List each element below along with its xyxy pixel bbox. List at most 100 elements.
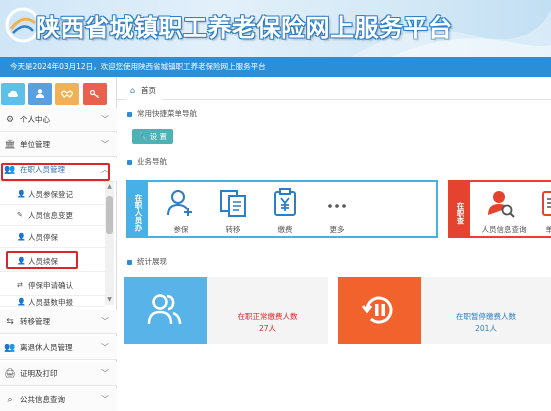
submenu-label: 人员停保 <box>28 233 58 242</box>
key-button[interactable] <box>83 83 107 105</box>
chevron-down-icon: ﹀ <box>101 140 109 149</box>
user-add-icon: 👤 <box>17 190 26 198</box>
handshake-icon <box>60 90 74 98</box>
scroll-up-arrow-icon[interactable]: ▲ <box>106 183 113 191</box>
stat-label: 在职暂停缴费人数 <box>456 312 516 321</box>
stat-label: 在职正常缴费人数 <box>237 312 298 321</box>
stat-icon-box <box>338 277 421 344</box>
transfer-icon <box>220 190 246 217</box>
nav-payment[interactable]: 缴费 <box>262 182 308 236</box>
stat-value: 201人 <box>475 324 497 333</box>
nav-item-label: 参保 <box>173 225 189 234</box>
scroll-down-arrow-icon[interactable]: ▼ <box>106 296 113 304</box>
menu-transfer-management[interactable]: ⇆ 转移管理 ﹀ <box>0 310 117 334</box>
menu-label: 单位管理 <box>20 140 50 149</box>
nav-more[interactable]: 更多 <box>314 182 360 236</box>
submenu-item-info-change[interactable]: ✎ 人员信息变更 <box>0 205 105 226</box>
menu-label: 转移管理 <box>20 317 50 326</box>
cloud-button[interactable] <box>1 83 25 105</box>
selected-submenu-highlight <box>6 251 78 269</box>
nav-item-label: 更多 <box>329 225 345 234</box>
nav-item-label: 转移 <box>225 225 241 234</box>
chevron-down-icon: ﹀ <box>101 395 109 404</box>
nav-enroll[interactable]: 参保 <box>158 182 204 236</box>
app-root: 陕西省城镇职工养老保险网上服务平台 今天是2024年03月12日，欢迎您使用陕西… <box>0 0 551 411</box>
tab-home[interactable]: ⌂ 首页 <box>127 82 162 100</box>
search-icon: ⌕ <box>7 395 13 405</box>
welcome-bar: 今天是2024年03月12日，欢迎您使用陕西省城镇职工养老保险网上服务平台 <box>0 57 551 77</box>
scroll-thumb[interactable] <box>106 196 113 234</box>
chevron-down-icon: ﹀ <box>101 343 109 352</box>
stat-icon-box <box>124 277 207 344</box>
nav-transfer[interactable]: 转移 <box>210 182 256 236</box>
submenu-label: 人员基数申报 <box>28 298 73 307</box>
nav-unit-query[interactable]: 单位 <box>536 182 551 236</box>
section-statistics: 统计展现 <box>127 255 167 269</box>
retiree-icon: 👥 <box>4 343 16 353</box>
print-icon: 🖨 <box>4 369 16 379</box>
submenu-item-suspend[interactable]: 👤 人员停保 <box>0 227 105 248</box>
wrench-icon: 🔧 <box>137 132 148 141</box>
submenu-label: 人员信息变更 <box>28 211 73 220</box>
sidebar-toolbar <box>0 83 117 105</box>
nav-person-query[interactable]: 人员信息查询 <box>478 182 530 236</box>
stat-card-active-paying[interactable]: 在职正常缴费人数 27人 <box>124 277 328 344</box>
stat-value: 27人 <box>258 324 277 333</box>
transfer-icon: ⇆ <box>6 317 14 327</box>
submenu-item-base-declare[interactable]: 👤 人员基数申报 <box>0 296 105 307</box>
nav-item-label: 缴费 <box>277 225 293 234</box>
query-nav-panel: 在职查 人员信息查询 单位 <box>448 180 551 238</box>
chevron-down-icon: ﹀ <box>101 317 109 326</box>
employee-submenu: 👤 人员参保登记 ✎ 人员信息变更 👤 人员停保 👤 人员续保 ⇄ 停保申请确认… <box>0 182 105 307</box>
user-search-icon <box>488 191 515 218</box>
menu-label: 个人中心 <box>20 115 50 124</box>
tab-bar: ⌂ 首页 <box>117 80 551 100</box>
users-icon <box>147 294 182 325</box>
document-icon <box>542 191 551 216</box>
confirm-icon: ⇄ <box>17 281 23 289</box>
user-pause-icon: 👤 <box>17 233 26 241</box>
nav-item-label: 人员信息查询 <box>481 225 527 234</box>
header-banner: 陕西省城镇职工养老保险网上服务平台 <box>0 0 551 57</box>
edit-icon: ✎ <box>17 211 23 219</box>
stat-card-suspended[interactable]: 在职暂停缴费人数 201人 <box>338 277 551 344</box>
menu-unit-management[interactable]: 🏛 单位管理 ﹀ <box>0 133 117 157</box>
chevron-down-icon: ﹀ <box>101 115 109 124</box>
more-icon <box>328 204 346 208</box>
settings-label: 设 置 <box>149 132 168 141</box>
bank-icon: 🏛 <box>4 140 16 150</box>
user-declare-icon: 👤 <box>17 298 26 306</box>
user-icon <box>36 89 44 98</box>
menu-public-query[interactable]: ⌕ 公共信息查询 ﹀ <box>0 388 117 411</box>
menu-label: 证明及打印 <box>20 369 58 378</box>
banner-decoration <box>351 10 551 57</box>
business-nav-panel: 在职人员办 参保 转移 缴费 更多 <box>126 180 438 238</box>
cloud-icon <box>8 90 18 97</box>
menu-label: 离退休人员管理 <box>20 343 73 352</box>
sidebar: ⚙ 个人中心 ﹀ 🏛 单位管理 ﹀ 👥 在职人员管理 ︿ 👤 人员参保登记 ✎ … <box>0 77 117 411</box>
submenu-label: 停保申请确认 <box>28 281 73 290</box>
settings-button[interactable]: 🔧 设 置 <box>132 129 173 144</box>
chevron-down-icon: ﹀ <box>101 369 109 378</box>
menu-label: 公共信息查询 <box>20 395 65 404</box>
key-icon <box>89 89 100 99</box>
submenu-item-enroll[interactable]: 👤 人员参保登记 <box>0 184 105 205</box>
active-menu-highlight <box>1 163 110 181</box>
user-button[interactable] <box>28 83 52 105</box>
query-panel-label: 在职查 <box>450 182 470 236</box>
submenu-item-suspend-confirm[interactable]: ⇄ 停保申请确认 <box>0 275 105 296</box>
home-icon: ⌂ <box>130 86 136 95</box>
menu-personal-center[interactable]: ⚙ 个人中心 ﹀ <box>0 108 117 132</box>
section-quick-menu: 常用快捷菜单导航 <box>127 107 197 121</box>
menu-certificate-print[interactable]: 🖨 证明及打印 ﹀ <box>0 362 117 386</box>
menu-retiree-management[interactable]: 👥 离退休人员管理 ﹀ <box>0 336 117 360</box>
submenu-label: 人员参保登记 <box>28 190 73 199</box>
nav-item-label: 单位 <box>545 225 551 234</box>
section-business-nav: 业务导航 <box>127 155 167 169</box>
gear-icon: ⚙ <box>5 115 15 125</box>
pause-icon <box>361 296 393 324</box>
user-add-icon <box>167 190 192 216</box>
tab-home-label: 首页 <box>141 86 156 95</box>
handshake-button[interactable] <box>55 83 79 105</box>
submenu-scrollbar[interactable]: ▲ ▼ <box>105 182 114 305</box>
